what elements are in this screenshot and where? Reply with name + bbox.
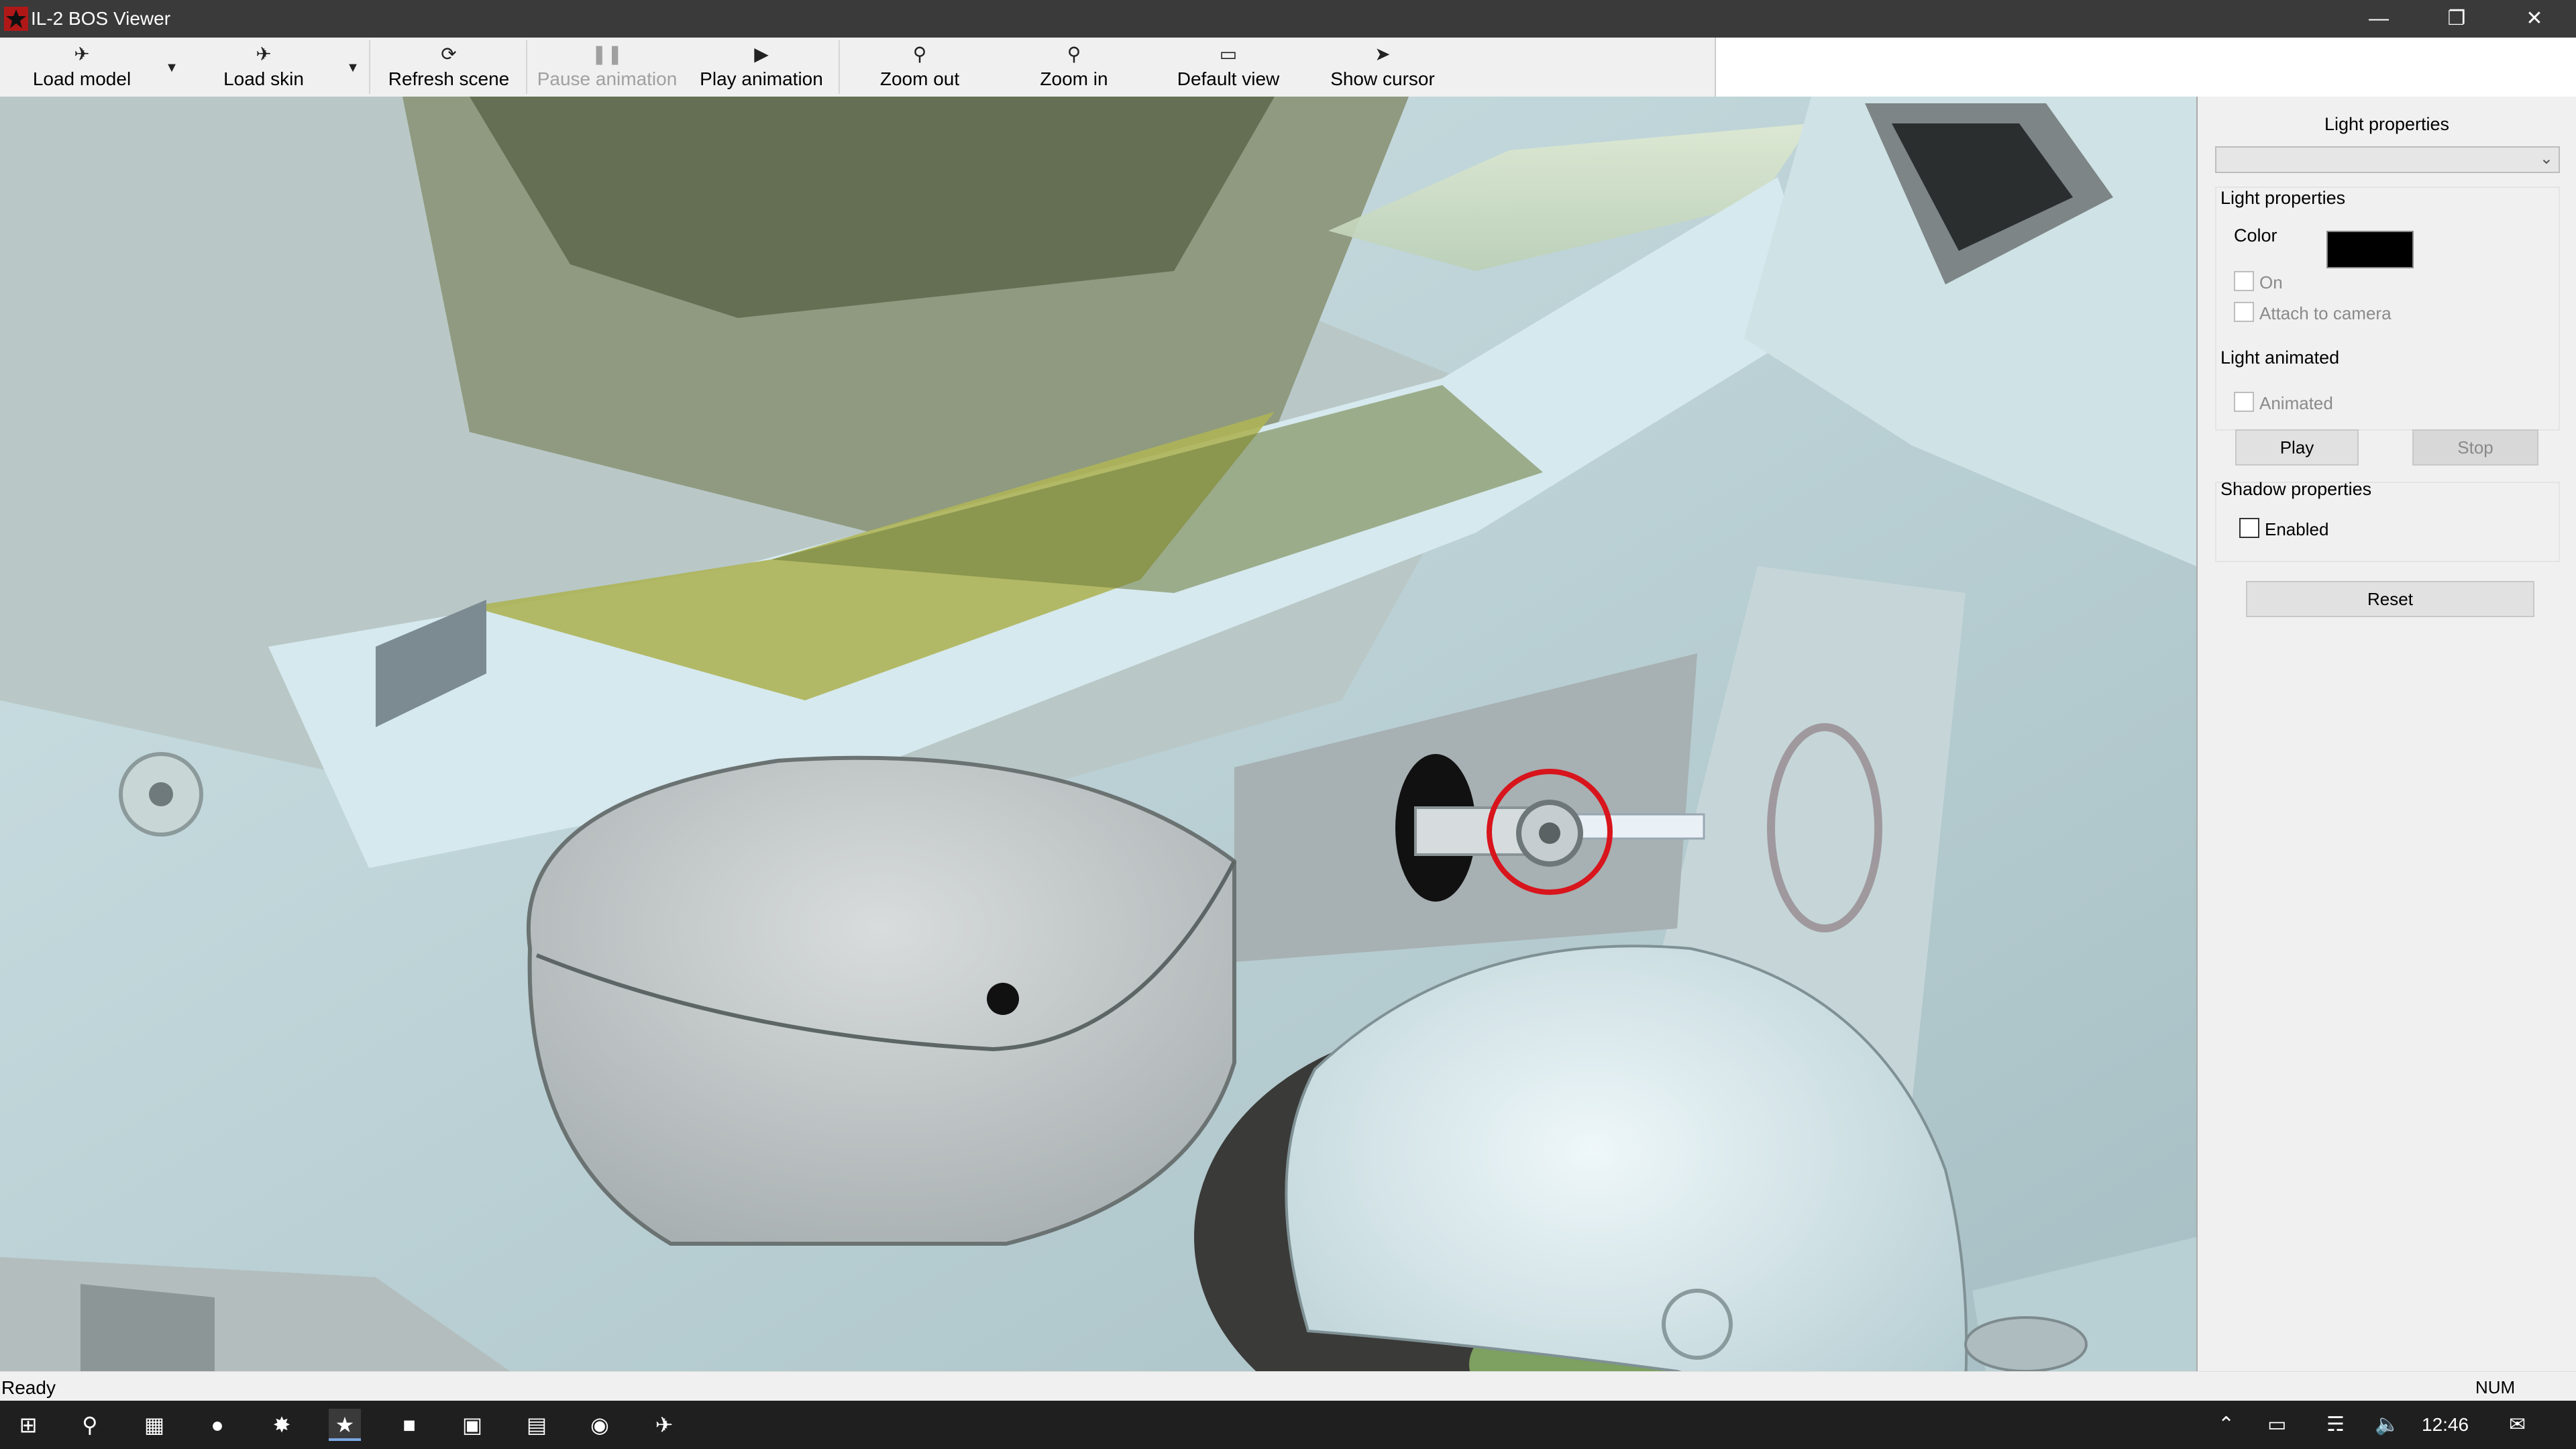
magnifier-plus-icon: ⚲	[1067, 44, 1081, 64]
airplane-skin-icon: ✈	[256, 44, 272, 64]
file-explorer-icon[interactable]: ▤	[521, 1409, 553, 1441]
taskbar-clock[interactable]: 12:46	[2422, 1409, 2469, 1441]
play-button[interactable]: Play	[2235, 429, 2359, 466]
load-model-button[interactable]: ✈ Load model	[7, 38, 157, 97]
play-animation-button[interactable]: ▶ Play animation	[687, 38, 836, 97]
toolbar-separator	[526, 40, 527, 94]
num-lock-indicator: NUM	[2475, 1377, 2516, 1397]
taskbar: ⊞ ⚲ ▦ ● ✸ ★ ■ ▣ ▤ ◉ ✈ ⌃ ▭ ☴ 🔈 12:46 ✉	[0, 1401, 2576, 1449]
battery-icon[interactable]: ▭	[2267, 1409, 2286, 1441]
color-swatch[interactable]	[2326, 231, 2414, 268]
status-text: Ready	[1, 1377, 56, 1398]
monitor-icon: ▭	[1219, 44, 1238, 64]
il2-bos-viewer-taskbar-icon[interactable]: ★	[329, 1409, 361, 1441]
photo-viewer-icon[interactable]: ▦	[138, 1409, 170, 1441]
chevron-up-icon[interactable]: ⌃	[2218, 1409, 2235, 1441]
chrome-icon[interactable]: ◉	[584, 1409, 616, 1441]
toolbar: ✈ Load model ▼ ✈ Load skin ▼ ⟳ Refresh s…	[0, 38, 1715, 97]
light-animated-group-title: Light animated	[2220, 347, 2340, 368]
light-properties-panel: Light properties ⌄ Light properties Colo…	[2198, 97, 2576, 1371]
refresh-icon: ⟳	[441, 44, 457, 64]
toolbar-separator	[369, 40, 370, 94]
app-logo-icon	[4, 7, 28, 31]
3d-viewport[interactable]	[0, 97, 2198, 1371]
zoom-in-button[interactable]: ⚲ Zoom in	[998, 38, 1150, 97]
search-icon[interactable]: ⚲	[74, 1409, 106, 1441]
window-title: IL-2 BOS Viewer	[31, 8, 171, 29]
shadow-enabled-label: Enabled	[2265, 519, 2329, 539]
on-label: On	[2259, 272, 2283, 292]
windows-start-icon[interactable]: ⊞	[12, 1409, 44, 1441]
photoshop-icon[interactable]: ▣	[456, 1409, 488, 1441]
refresh-scene-button[interactable]: ⟳ Refresh scene	[374, 38, 523, 97]
default-view-button[interactable]: ▭ Default view	[1152, 38, 1304, 97]
plane-tool-icon[interactable]: ✈	[648, 1409, 680, 1441]
reset-button[interactable]: Reset	[2246, 581, 2534, 617]
pause-icon: ❚❚	[591, 44, 623, 64]
chevron-down-icon: ⌄	[2539, 150, 2553, 168]
color-label: Color	[2234, 225, 2277, 246]
cursor-arrow-icon: ➤	[1375, 44, 1391, 64]
notification-icon[interactable]: ✉	[2509, 1409, 2526, 1441]
status-bar: Ready NUM	[0, 1371, 2576, 1401]
show-cursor-button[interactable]: ➤ Show cursor	[1307, 38, 1458, 97]
magnifier-minus-icon: ⚲	[912, 44, 927, 64]
wifi-icon[interactable]: ☴	[2326, 1409, 2345, 1441]
title-bar: IL-2 BOS Viewer — ❐ ✕	[0, 0, 2576, 38]
on-checkbox[interactable]	[2234, 271, 2254, 291]
minimize-button[interactable]: —	[2340, 0, 2418, 38]
light-properties-group-title: Light properties	[2220, 188, 2346, 208]
load-skin-dropdown-icon[interactable]: ▼	[345, 60, 361, 76]
light-selector-dropdown[interactable]: ⌄	[2215, 146, 2560, 173]
toolbar-separator	[839, 40, 840, 94]
zoom-out-button[interactable]: ⚲ Zoom out	[844, 38, 996, 97]
load-model-dropdown-icon[interactable]: ▼	[164, 60, 180, 76]
attach-to-camera-checkbox[interactable]	[2234, 302, 2254, 322]
steam-icon[interactable]: ●	[201, 1409, 233, 1441]
panel-header: Light properties	[2324, 114, 2450, 134]
play-icon: ▶	[754, 44, 769, 64]
game-launcher-icon[interactable]: ✸	[266, 1409, 298, 1441]
pause-animation-button[interactable]: ❚❚ Pause animation	[530, 38, 684, 97]
il2-game-icon[interactable]: ■	[393, 1409, 425, 1441]
animated-label: Animated	[2259, 393, 2333, 413]
close-button[interactable]: ✕	[2496, 0, 2573, 38]
shadow-enabled-checkbox[interactable]	[2239, 518, 2259, 538]
toolbar-empty-area	[1715, 38, 2576, 97]
stop-button[interactable]: Stop	[2412, 429, 2538, 466]
airplane-icon: ✈	[74, 44, 90, 64]
speaker-muted-icon[interactable]: 🔈	[2375, 1409, 2400, 1441]
load-skin-button[interactable]: ✈ Load skin	[195, 38, 333, 97]
restore-button[interactable]: ❐	[2418, 0, 2496, 38]
aircraft-render	[0, 97, 2196, 1371]
animated-checkbox[interactable]	[2234, 392, 2254, 412]
attach-to-camera-label: Attach to camera	[2259, 303, 2392, 323]
shadow-properties-group-title: Shadow properties	[2220, 479, 2372, 499]
